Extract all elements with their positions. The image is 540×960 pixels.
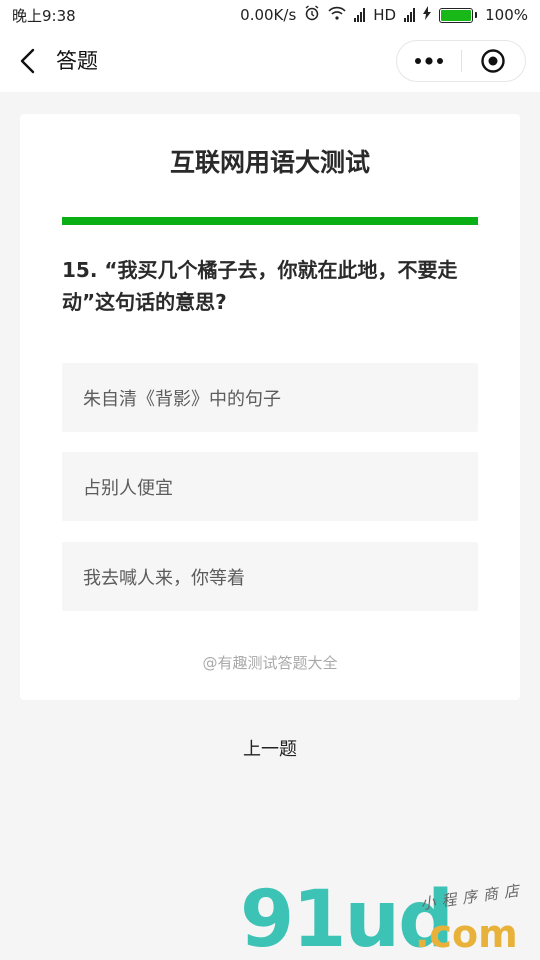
net-speed: 0.00K/s	[240, 6, 297, 24]
target-circle-icon	[481, 49, 506, 73]
progress-fill	[62, 217, 478, 225]
alarm-icon	[304, 5, 320, 25]
answer-option-3[interactable]: 我去喊人来，你等着	[62, 542, 478, 611]
credit-text: @有趣测试答题大全	[202, 654, 338, 672]
back-button[interactable]	[12, 45, 44, 77]
status-time: 晚上9:38	[12, 6, 76, 25]
close-button[interactable]	[462, 41, 525, 81]
more-dots-icon	[415, 57, 443, 65]
quiz-title: 互联网用语大测试	[169, 148, 370, 177]
chevron-left-icon	[20, 48, 35, 74]
charging-icon	[423, 6, 432, 24]
question-text: 15. “我买几个橘子去，你就在此地，不要走动”这句话的意思?	[62, 258, 458, 314]
signal-icon-2	[404, 8, 416, 22]
page-title: 答题	[56, 49, 98, 73]
mini-program-capsule	[396, 40, 526, 82]
answer-option-2[interactable]: 占别人便宜	[62, 452, 478, 521]
progress-bar	[62, 217, 478, 225]
battery-icon	[439, 7, 478, 23]
quiz-card: 互联网用语大测试 15. “我买几个橘子去，你就在此地，不要走动”这句话的意思?…	[20, 114, 520, 700]
more-button[interactable]	[397, 41, 461, 81]
nav-bar: 答题	[0, 30, 540, 92]
previous-question-button[interactable]: 上一题	[215, 735, 325, 765]
status-bar: 晚上9:38 0.00K/s HD 100%	[0, 0, 540, 30]
battery-level: 100%	[485, 6, 528, 24]
network-type: HD	[373, 6, 397, 24]
wifi-icon	[328, 6, 346, 24]
signal-icon	[354, 8, 366, 22]
status-indicators: 0.00K/s HD 100%	[240, 5, 528, 25]
watermark-domain: .com	[415, 912, 518, 956]
watermark-logo: 91ud 小程序商店 .com	[240, 880, 540, 960]
answer-option-1[interactable]: 朱自清《背影》中的句子	[62, 363, 478, 432]
